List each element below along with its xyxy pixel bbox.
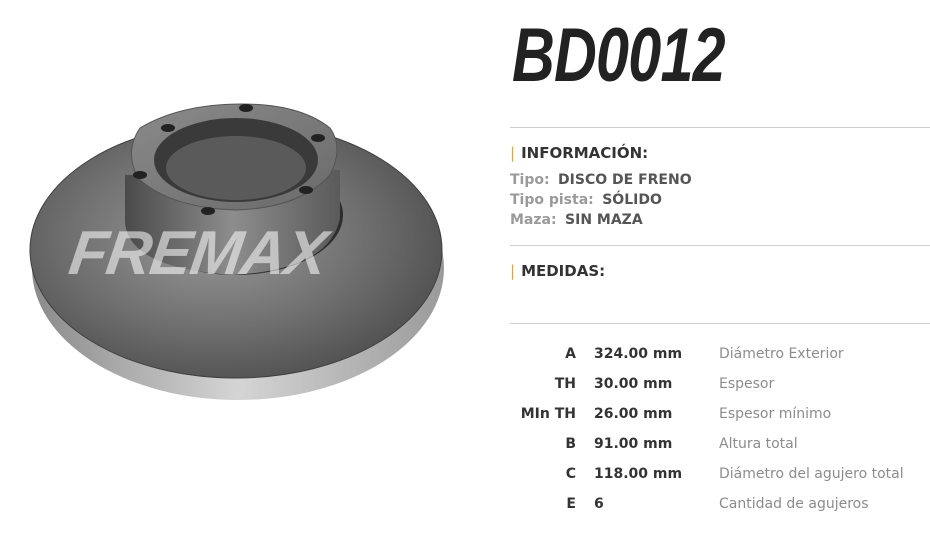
measure-description: Espesor bbox=[719, 376, 775, 392]
info-title-text: INFORMACIÓN: bbox=[521, 144, 649, 162]
measure-row: B 91.00 mm Altura total bbox=[510, 436, 930, 458]
measure-label: C bbox=[565, 466, 576, 482]
info-row-maza: Maza: SIN MAZA bbox=[510, 212, 643, 228]
measure-value: 324.00 mm bbox=[594, 346, 683, 362]
measure-description: Cantidad de agujeros bbox=[719, 496, 869, 512]
product-code: BD0012 bbox=[512, 13, 726, 98]
measure-description: Altura total bbox=[719, 436, 798, 452]
measure-value: 91.00 mm bbox=[594, 436, 673, 452]
measure-row: E 6 Cantidad de agujeros bbox=[510, 496, 930, 518]
measure-row: C 118.00 mm Diámetro del agujero total bbox=[510, 466, 930, 488]
measure-value: 26.00 mm bbox=[594, 406, 673, 422]
product-image: FREMAX bbox=[0, 0, 470, 542]
divider bbox=[510, 127, 930, 128]
measure-value: 6 bbox=[594, 496, 604, 512]
measures-title-text: MEDIDAS: bbox=[521, 262, 606, 280]
measure-value: 30.00 mm bbox=[594, 376, 673, 392]
measure-label: E bbox=[566, 496, 576, 512]
measure-label: B bbox=[565, 436, 576, 452]
measure-description: Espesor mínimo bbox=[719, 406, 832, 422]
measure-row: A 324.00 mm Diámetro Exterior bbox=[510, 346, 930, 368]
brand-watermark: FREMAX bbox=[65, 219, 331, 288]
info-key: Tipo: bbox=[510, 172, 550, 188]
info-row-tipo: Tipo: DISCO DE FRENO bbox=[510, 172, 692, 188]
info-title: | INFORMACIÓN: bbox=[510, 144, 648, 162]
measure-value: 118.00 mm bbox=[594, 466, 683, 482]
info-value: DISCO DE FRENO bbox=[558, 172, 692, 188]
measure-row: TH 30.00 mm Espesor bbox=[510, 376, 930, 398]
info-value: SIN MAZA bbox=[565, 212, 643, 228]
measures-title: | MEDIDAS: bbox=[510, 262, 605, 280]
divider bbox=[510, 245, 930, 246]
measure-label: MIn TH bbox=[520, 406, 576, 422]
measure-label: A bbox=[565, 346, 576, 362]
accent-bar: | bbox=[510, 144, 516, 162]
info-value: SÓLIDO bbox=[602, 192, 662, 208]
info-key: Tipo pista: bbox=[510, 192, 594, 208]
info-key: Maza: bbox=[510, 212, 557, 228]
measure-label: TH bbox=[554, 376, 576, 392]
measure-description: Diámetro del agujero total bbox=[719, 466, 904, 482]
divider bbox=[510, 323, 930, 324]
measure-description: Diámetro Exterior bbox=[719, 346, 844, 362]
measure-row: MIn TH 26.00 mm Espesor mínimo bbox=[510, 406, 930, 428]
info-row-tipo-pista: Tipo pista: SÓLIDO bbox=[510, 192, 662, 208]
accent-bar: | bbox=[510, 262, 516, 280]
